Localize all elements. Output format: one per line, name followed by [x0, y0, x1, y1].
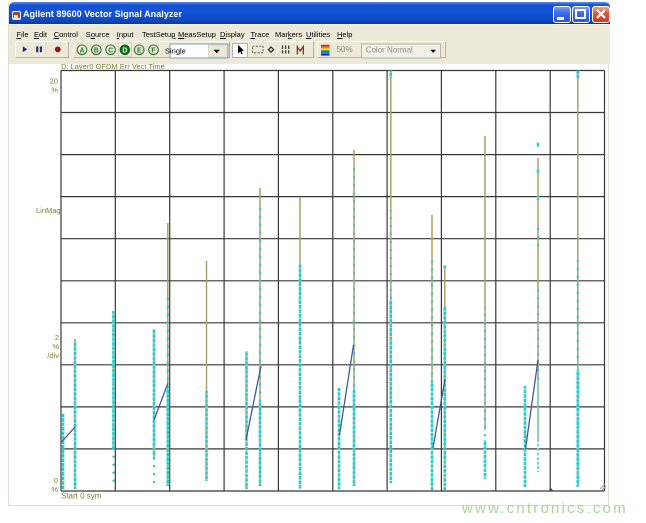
- svg-text:20: 20: [50, 77, 58, 86]
- svg-text:/div: /div: [47, 351, 59, 360]
- svg-text:%: %: [52, 342, 59, 351]
- svg-text:2: 2: [55, 333, 59, 342]
- svg-text:%: %: [51, 485, 58, 494]
- svg-text:Start 0 sym: Start 0 sym: [61, 492, 102, 501]
- svg-text:LinMag: LinMag: [36, 206, 61, 215]
- svg-text:%: %: [51, 86, 58, 95]
- svg-text:D: Layer0 OFDM Err Vect Time: D: Layer0 OFDM Err Vect Time: [61, 62, 165, 71]
- svg-text:0: 0: [54, 476, 58, 485]
